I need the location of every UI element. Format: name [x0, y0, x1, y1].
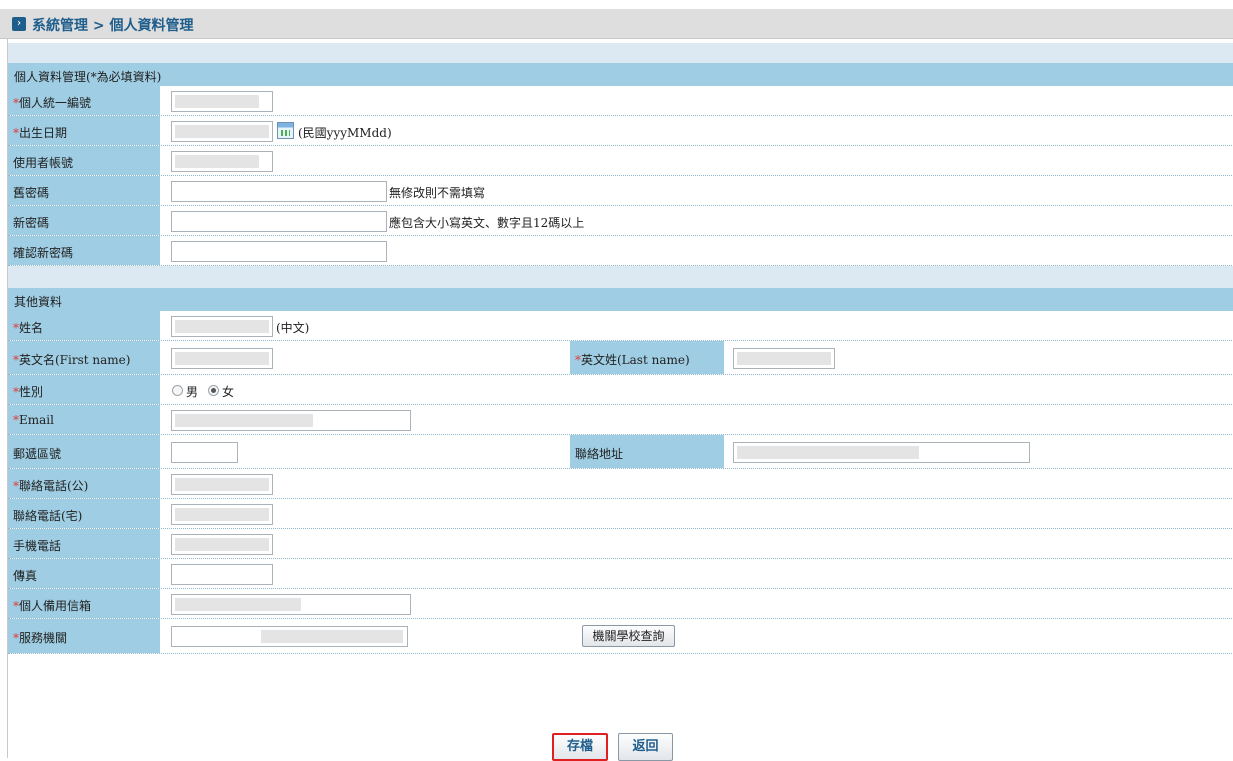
label-text: 英文名(First name)	[19, 353, 131, 367]
gender-male-radio[interactable]	[172, 385, 183, 396]
row-confirm-password: 確認新密碼	[8, 236, 1233, 266]
label-address: 聯絡地址	[570, 435, 724, 468]
new-password-input[interactable]	[171, 211, 387, 232]
row-phone-office: *聯絡電話(公)	[8, 469, 1233, 499]
phone-home-input[interactable]	[171, 504, 273, 525]
row-personal-id: *個人統一編號	[8, 86, 1233, 116]
personal-id-input[interactable]	[171, 91, 273, 112]
row-birth-date: *出生日期 (民國yyyMMdd)	[8, 116, 1233, 146]
section-gap	[8, 266, 1233, 288]
agency-search-button[interactable]: 機關學校查詢	[582, 625, 675, 647]
calendar-icon[interactable]	[277, 122, 294, 139]
label-text: 個人統一編號	[19, 96, 92, 110]
label-text: 性別	[19, 385, 44, 399]
label-mobile: 手機電話	[8, 529, 160, 558]
gender-female-radio[interactable]	[208, 385, 219, 396]
old-password-hint: 無修改則不需填寫	[389, 186, 486, 200]
label-new-password: 新密碼	[8, 206, 160, 235]
label-text: 服務機關	[19, 631, 68, 645]
save-button[interactable]: 存檔	[552, 733, 608, 761]
gender-female-label: 女	[222, 385, 235, 399]
last-name-input[interactable]	[733, 348, 835, 369]
row-fax: 傳真	[8, 559, 1233, 589]
label-phone-office: *聯絡電話(公)	[8, 469, 160, 498]
section-header-personal: 個人資料管理(*為必填資料)	[8, 63, 1233, 86]
label-text: 聯絡地址	[575, 447, 624, 461]
section-title: 其他資料	[14, 295, 63, 309]
back-button[interactable]: 返回	[618, 733, 673, 761]
label-old-password: 舊密碼	[8, 176, 160, 205]
mobile-input[interactable]	[171, 534, 273, 555]
account-input[interactable]	[171, 151, 273, 172]
row-name: *姓名 (中文)	[8, 311, 1233, 341]
section-title: 個人資料管理(*為必填資料)	[14, 70, 162, 84]
first-name-input[interactable]	[171, 348, 273, 369]
row-english-name: *英文名(First name) *英文姓(Last name)	[8, 341, 1233, 375]
label-text: Email	[19, 413, 54, 427]
label-confirm-password: 確認新密碼	[8, 236, 160, 265]
address-input[interactable]	[733, 442, 1030, 463]
form-panel: 個人資料管理(*為必填資料) *個人統一編號 *出生日期 (民國yyyMMdd)…	[7, 39, 1233, 761]
gender-male-label: 男	[186, 385, 199, 399]
email-input[interactable]	[171, 410, 411, 431]
fax-input[interactable]	[171, 564, 273, 585]
label-text: 傳真	[13, 569, 38, 583]
label-text: 姓名	[19, 321, 44, 335]
title-bar: › 系統管理 > 個人資料管理	[0, 9, 1233, 39]
row-new-password: 新密碼 應包含大小寫英文、數字且12碼以上	[8, 206, 1233, 236]
row-gender: *性別 男 女	[8, 375, 1233, 405]
label-text: 新密碼	[13, 216, 50, 230]
label-text: 聯絡電話(宅)	[13, 509, 83, 523]
row-account: 使用者帳號	[8, 146, 1233, 176]
label-text: 出生日期	[19, 126, 68, 140]
old-password-input[interactable]	[171, 181, 387, 202]
label-agency: *服務機關	[8, 619, 160, 653]
label-text: 確認新密碼	[13, 246, 74, 260]
backup-email-input[interactable]	[171, 594, 411, 615]
label-phone-home: 聯絡電話(宅)	[8, 499, 160, 528]
arrow-right-icon: ›	[12, 17, 26, 31]
label-name: *姓名	[8, 311, 160, 340]
row-email: *Email	[8, 405, 1233, 435]
label-text: 英文姓(Last name)	[581, 353, 690, 367]
label-text: 手機電話	[13, 539, 62, 553]
label-last-name: *英文姓(Last name)	[570, 341, 724, 374]
label-text: 舊密碼	[13, 186, 50, 200]
confirm-password-input[interactable]	[171, 241, 387, 262]
label-birth-date: *出生日期	[8, 116, 160, 145]
label-email: *Email	[8, 405, 160, 434]
label-gender: *性別	[8, 375, 160, 404]
label-text: 使用者帳號	[13, 156, 74, 170]
label-text: 個人備用信箱	[19, 599, 92, 613]
label-account: 使用者帳號	[8, 146, 160, 175]
row-backup-email: *個人備用信箱	[8, 589, 1233, 619]
birth-date-hint: (民國yyyMMdd)	[298, 126, 392, 140]
name-hint: (中文)	[276, 321, 310, 335]
agency-input[interactable]	[171, 626, 408, 647]
birth-date-input[interactable]	[171, 121, 273, 142]
row-phone-home: 聯絡電話(宅)	[8, 499, 1233, 529]
label-personal-id: *個人統一編號	[8, 86, 160, 115]
label-text: 聯絡電話(公)	[19, 479, 89, 493]
zip-input[interactable]	[171, 442, 238, 463]
phone-office-input[interactable]	[171, 474, 273, 495]
row-agency: *服務機關 機關學校查詢	[8, 619, 1233, 654]
row-zip-address: 郵遞區號 聯絡地址	[8, 435, 1233, 469]
row-mobile: 手機電話	[8, 529, 1233, 559]
label-zip: 郵遞區號	[8, 435, 160, 468]
name-input[interactable]	[171, 316, 273, 337]
row-old-password: 舊密碼 無修改則不需填寫	[8, 176, 1233, 206]
section-gap	[8, 43, 1233, 63]
label-fax: 傳真	[8, 559, 160, 588]
label-backup-email: *個人備用信箱	[8, 589, 160, 618]
new-password-hint: 應包含大小寫英文、數字且12碼以上	[389, 216, 585, 230]
breadcrumb: 系統管理 > 個人資料管理	[32, 18, 194, 34]
label-first-name: *英文名(First name)	[8, 341, 160, 374]
label-text: 郵遞區號	[13, 447, 62, 461]
section-header-other: 其他資料	[8, 288, 1233, 311]
